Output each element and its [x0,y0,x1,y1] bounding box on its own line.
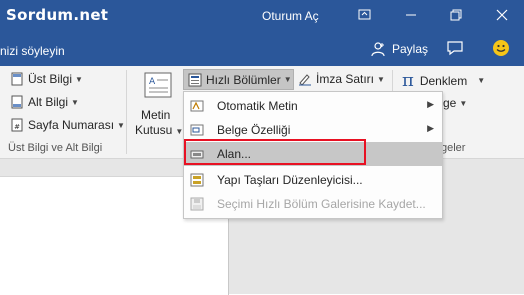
menu-item-label: Otomatik Metin [217,99,298,113]
text-box-button[interactable]: A Metin Kutusu ▼ [135,72,183,138]
share-label: Paylaş [392,42,429,56]
chevron-down-icon: ▼ [117,120,125,130]
group-label-header-footer: Üst Bilgi ve Alt Bilgi [8,142,103,154]
building-blocks-icon [190,173,204,187]
svg-text:#: # [14,123,20,131]
equation-label: Denklem [419,73,468,88]
page-number-button[interactable]: # Sayfa Numarası ▼ [10,118,125,132]
menu-item-save-selection: Seçimi Hızlı Bölüm Galerisine Kaydet... [184,192,442,216]
ribbon-display-options-icon[interactable] [356,6,374,24]
chevron-right-icon: ▶ [427,99,434,109]
footer-label: Alt Bilgi [28,95,69,109]
equation-button[interactable]: π Denklem ▼ [402,70,485,91]
sign-in-link[interactable]: Oturum Aç [262,9,319,23]
chevron-right-icon: ▶ [427,123,434,133]
comments-icon[interactable] [446,40,464,59]
highlight-annotation-box [184,139,366,165]
group-label-text-partial: geler [441,142,466,154]
signature-line-icon [299,74,311,86]
chevron-down-icon: ▼ [477,76,486,85]
quick-parts-icon [188,73,202,86]
chevron-down-icon: ▼ [377,74,385,84]
share-button[interactable]: Paylaş [370,39,428,59]
smiley-feedback-icon[interactable] [492,39,510,60]
footer-icon [11,95,23,109]
menu-item-autotext[interactable]: Otomatik Metin ▶ [184,94,442,118]
header-button[interactable]: Üst Bilgi ▼ [10,72,83,86]
text-box-label-2: Kutusu ▼ [135,123,184,137]
text-box-icon: A [144,72,172,98]
close-icon[interactable] [493,6,511,24]
signature-line-label: İmza Satırı [316,72,375,86]
pi-icon: π [402,70,414,91]
tell-me-search[interactable]: nizi söyleyin [0,44,65,58]
page-number-icon: # [11,118,23,132]
signature-line-button[interactable]: İmza Satırı ▼ [298,72,385,86]
page-number-label: Sayfa Numarası [28,118,115,132]
header-icon [11,72,23,86]
menu-item-label: Yapı Taşları Düzenleyicisi... [217,173,363,187]
person-icon [371,42,385,57]
save-selection-icon [190,197,204,211]
text-box-label-1: Metin [141,108,171,122]
symbol-button-partial[interactable]: ge ▼ [443,96,467,110]
chevron-down-icon: ▼ [283,75,292,84]
autotext-icon [190,100,204,112]
tell-me-bar: nizi söyleyin Paylaş [0,32,524,66]
menu-item-label: Belge Özelliği [217,123,291,137]
menu-item-building-blocks[interactable]: Yapı Taşları Düzenleyicisi... [184,168,442,192]
chevron-down-icon: ▼ [71,97,79,107]
chevron-down-icon: ▼ [75,74,83,84]
quick-parts-button[interactable]: Hızlı Bölümler ▼ [183,69,294,90]
restore-icon[interactable] [447,6,465,24]
group-separator [126,70,127,154]
chevron-down-icon: ▼ [459,98,468,108]
footer-button[interactable]: Alt Bilgi ▼ [10,95,79,109]
quick-parts-label: Hızlı Bölümler [206,72,281,87]
svg-text:A: A [149,77,156,87]
header-label: Üst Bilgi [28,72,73,86]
title-bar: Sordum.net Oturum Aç [0,0,524,32]
document-property-icon [190,124,204,136]
menu-item-label: Seçimi Hızlı Bölüm Galerisine Kaydet... [217,197,426,211]
minimize-icon[interactable] [402,6,420,24]
symbol-label: ge [443,96,457,110]
site-logo: Sordum.net [6,6,109,24]
